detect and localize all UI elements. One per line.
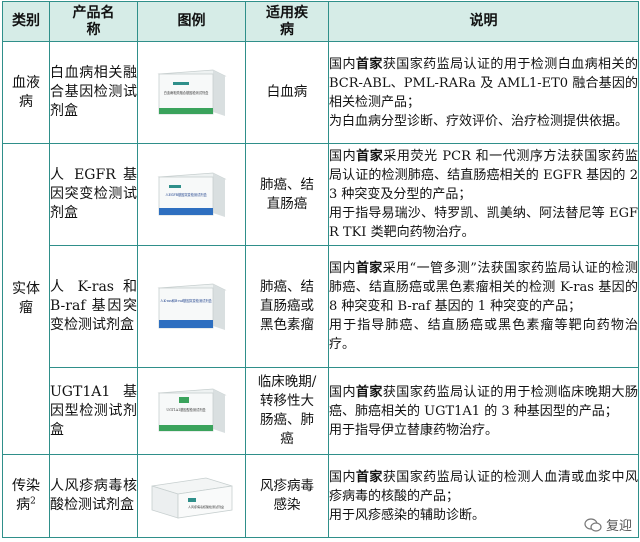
kit-box-label: 人EGFR基因突变检测试剂盒 — [165, 192, 207, 197]
disease-cell: 临床晚期/转移性大肠癌、肺癌 — [245, 367, 329, 455]
product-image-cell: 人风疹病毒核酸检测试剂盒 — [137, 454, 246, 538]
category-cell: 实体瘤 — [2, 143, 50, 455]
watermark-text: 复迎 — [605, 519, 632, 534]
header-category: 类别 — [2, 1, 50, 42]
kit-box-label: 白血病相关融合基因检测试剂盒 — [163, 90, 208, 95]
disease-cell: 白血病 — [245, 41, 329, 144]
description-cell: 国内首家采用荧光 PCR 和一代测序方法获国家药监局认证的检测肺癌、结直肠癌相关… — [328, 143, 639, 246]
product-image-cell: 人K-ras和B-raf基因突变检测试剂盒 — [137, 245, 246, 368]
watermark: 复迎 — [584, 515, 632, 534]
first-highlight: 首家 — [356, 149, 384, 164]
wechat-icon — [584, 517, 602, 532]
product-name-cell: 人风疹病毒核酸检测试剂盒 — [49, 454, 138, 538]
disease-cell: 风疹病毒感染 — [245, 454, 329, 538]
first-highlight: 首家 — [355, 261, 383, 276]
kit-box-label: UGT1A1基因型检测试剂盒 — [166, 407, 206, 412]
description-cell: 国内首家采用“一管多测”法获国家药监局认证的检测肺癌、结直肠癌或黑色素瘤相关的检… — [328, 245, 639, 368]
product-name-cell: UGT1A1 基因型检测试剂盒 — [49, 367, 138, 455]
product-name-cell: 人 EGFR 基因突变检测试剂盒 — [49, 143, 138, 246]
first-highlight: 首家 — [355, 384, 383, 400]
category-cell: 血液病 — [2, 41, 50, 144]
table-row: 血液病 白血病相关融合基因检测试剂盒 白血病相关融合基因检测试剂盒 白血病 国内… — [2, 41, 639, 144]
table-row: 实体瘤 人 EGFR 基因突变检测试剂盒 人EGFR基因突变检测试剂盒 肺癌、结… — [2, 143, 639, 455]
kit-box-image: 白血病相关融合基因检测试剂盒 — [157, 69, 226, 116]
kit-box-label: 人风疹病毒核酸检测试剂盒 — [187, 504, 223, 509]
category-cell: 传染病2 — [2, 454, 50, 538]
header-row: 类别 产品名称 图例 适用疾病 说明 — [2, 1, 639, 42]
header-product: 产品名称 — [49, 1, 138, 42]
header-disease: 适用疾病 — [245, 1, 329, 42]
product-name-cell: 人 K-ras 和 B-raf 基因突变检测试剂盒 — [49, 245, 138, 368]
product-image-cell: UGT1A1基因型检测试剂盒 — [137, 367, 246, 455]
header-description: 说明 — [328, 1, 639, 42]
product-name-cell: 白血病相关融合基因检测试剂盒 — [49, 41, 138, 144]
product-table: 类别 产品名称 图例 适用疾病 说明 血液病 白血病相关融合基因检测试剂盒 白血… — [2, 1, 639, 538]
header-image: 图例 — [137, 1, 246, 42]
table-row: UGT1A1 基因型检测试剂盒 UGT1A1基因型检测试剂盒 临床晚期/转移性大… — [3, 367, 639, 455]
kit-box-image: 人K-ras和B-raf基因突变检测试剂盒 — [157, 283, 226, 330]
description-cell: 国内首家获国家药监局认证的用于检测临床晚期大肠癌、肺癌相关的 UGT1A1 的 … — [328, 367, 639, 455]
table-row: 传染病2 人风疹病毒核酸检测试剂盒 人风疹病毒核酸检测试剂盒 风疹病毒感染 国内… — [2, 454, 639, 538]
kit-box-image: 人EGFR基因突变检测试剂盒 — [157, 172, 226, 217]
disease-cell: 肺癌、结直肠癌或黑色素瘤 — [245, 245, 329, 368]
kit-box-image: UGT1A1基因型检测试剂盒 — [157, 388, 226, 433]
product-image-cell: 人EGFR基因突变检测试剂盒 — [137, 143, 246, 246]
kit-box-label: 人K-ras和B-raf基因突变检测试剂盒 — [160, 298, 212, 303]
disease-cell: 肺癌、结直肠癌 — [245, 143, 329, 246]
product-image-cell: 白血病相关融合基因检测试剂盒 — [137, 41, 246, 144]
table-row: 人 K-ras 和 B-raf 基因突变检测试剂盒 人K-ras和B-raf基因… — [3, 245, 639, 368]
description-cell: 国内首家获国家药监局认证的用于检测白血病相关的 BCR-ABL、PML-RARa… — [328, 41, 639, 144]
first-highlight: 首家 — [355, 56, 383, 72]
first-highlight: 首家 — [355, 469, 383, 485]
kit-box-image: 人风疹病毒核酸检测试剂盒 — [151, 477, 232, 519]
